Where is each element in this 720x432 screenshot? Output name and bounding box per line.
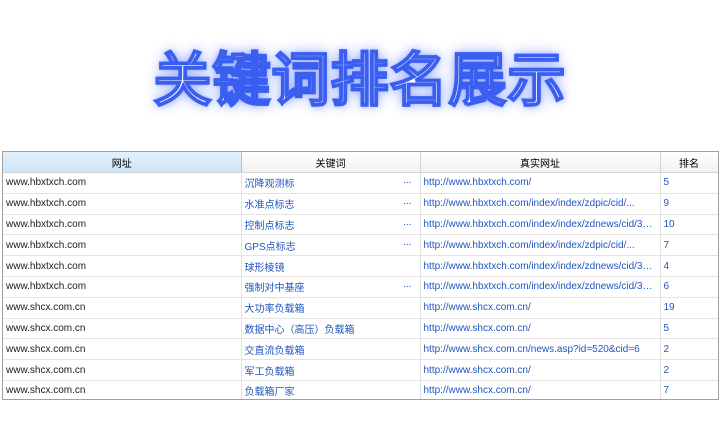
table-row[interactable]: www.hbxtxch.com 控制点标志... http://www.hbxtxc… bbox=[3, 214, 718, 236]
cell-keyword[interactable]: 军工负载箱 bbox=[241, 359, 421, 381]
table-row[interactable]: www.hbxtxch.com 强制对中基座... http://www.hbxtx… bbox=[3, 276, 718, 298]
cell-real-url[interactable]: http://www.shcx.com.cn/ bbox=[420, 359, 661, 381]
cell-rank[interactable]: 7 bbox=[660, 234, 718, 257]
cell-keyword[interactable]: GPS点标志... bbox=[241, 234, 421, 257]
cell-site[interactable]: www.hbxtxch.com bbox=[3, 276, 242, 298]
keyword-link[interactable]: 球形棱镜 bbox=[245, 259, 285, 274]
keyword-link[interactable]: 交直流负载箱 bbox=[245, 342, 305, 357]
cell-keyword[interactable]: 交直流负载箱 bbox=[241, 338, 421, 361]
cell-keyword[interactable]: 球形棱镜 bbox=[241, 255, 421, 277]
cell-keyword[interactable]: 沉降观测标... bbox=[241, 172, 421, 194]
cell-real-url[interactable]: http://www.shcx.com.cn/ bbox=[420, 318, 661, 340]
cell-keyword[interactable]: 数据中心（高压）负载箱 bbox=[241, 318, 421, 340]
cell-site[interactable]: www.shcx.com.cn bbox=[3, 359, 242, 381]
real-url-link[interactable]: http://www.hbxtxch.com/index/index/zdnew… bbox=[424, 281, 660, 292]
cell-site[interactable]: www.hbxtxch.com bbox=[3, 234, 242, 257]
cell-rank[interactable]: 5 bbox=[660, 172, 718, 194]
column-header-rank[interactable]: 排名 bbox=[660, 152, 718, 173]
cell-real-url[interactable]: http://www.hbxtxch.com/index/index/zdnew… bbox=[420, 255, 661, 277]
column-header-site[interactable]: 网址 bbox=[3, 152, 242, 173]
keyword-link[interactable]: 负载箱厂家 bbox=[245, 383, 295, 398]
cell-site[interactable]: www.shcx.com.cn bbox=[3, 380, 242, 399]
banner: 关键词排名展示 bbox=[0, 30, 720, 120]
keyword-link[interactable]: 大功率负载箱 bbox=[245, 300, 305, 315]
keyword-link[interactable]: 沉降观测标 bbox=[245, 175, 295, 190]
cell-real-url[interactable]: http://www.hbxtxch.com/index/index/zdpic… bbox=[420, 234, 661, 257]
cell-rank[interactable]: 6 bbox=[660, 276, 718, 298]
cell-real-url[interactable]: http://www.shcx.com.cn/ bbox=[420, 380, 661, 399]
table-row[interactable]: www.hbxtxch.com 沉降观测标... http://www.hbxtxc… bbox=[3, 172, 718, 194]
cell-rank[interactable]: 5 bbox=[660, 318, 718, 340]
cell-site[interactable]: www.hbxtxch.com bbox=[3, 214, 242, 236]
cell-keyword[interactable]: 控制点标志... bbox=[241, 214, 421, 236]
cell-real-url[interactable]: http://www.hbxtxch.com/ bbox=[420, 172, 661, 194]
ranking-table[interactable]: 网址 关键词 真实网址 排名 www.hbxtxch.com 沉降观测标... ht… bbox=[2, 151, 719, 400]
table-row[interactable]: www.hbxtxch.com 水准点标志... http://www.hbxtxc… bbox=[3, 193, 718, 215]
cell-real-url[interactable]: http://www.shcx.com.cn/news.asp?id=520&c… bbox=[420, 338, 661, 361]
table-row[interactable]: www.hbxtxch.com GPS点标志... http://www.hbxtx… bbox=[3, 234, 718, 257]
real-url-link[interactable]: http://www.shcx.com.cn/ bbox=[424, 365, 660, 376]
keyword-link[interactable]: 控制点标志 bbox=[245, 217, 295, 232]
table-row[interactable]: www.shcx.com.cn 军工负载箱 http://www.shcx.com.… bbox=[3, 359, 718, 381]
cell-site[interactable]: www.hbxtxch.com bbox=[3, 193, 242, 215]
real-url-link[interactable]: http://www.shcx.com.cn/ bbox=[424, 323, 660, 334]
real-url-link[interactable]: http://www.hbxtxch.com/index/index/zdpic… bbox=[424, 198, 660, 209]
table-header-row: 网址 关键词 真实网址 排名 bbox=[3, 152, 718, 173]
cell-site[interactable]: www.shcx.com.cn bbox=[3, 318, 242, 340]
cell-real-url[interactable]: http://www.hbxtxch.com/index/index/zdpic… bbox=[420, 193, 661, 215]
column-header-real-url[interactable]: 真实网址 bbox=[420, 152, 661, 173]
real-url-link[interactable]: http://www.hbxtxch.com/ bbox=[424, 177, 660, 188]
cell-rank[interactable]: 4 bbox=[660, 255, 718, 277]
real-url-link[interactable]: http://www.hbxtxch.com/index/index/zdpic… bbox=[424, 240, 660, 251]
cell-rank[interactable]: 9 bbox=[660, 193, 718, 215]
cell-keyword[interactable]: 强制对中基座... bbox=[241, 276, 421, 298]
keyword-link[interactable]: 军工负载箱 bbox=[245, 363, 295, 378]
cell-real-url[interactable]: http://www.hbxtxch.com/index/index/zdnew… bbox=[420, 214, 661, 236]
table-row[interactable]: www.shcx.com.cn 交直流负载箱 http://www.shcx.com… bbox=[3, 338, 718, 361]
cell-rank[interactable]: 10 bbox=[660, 214, 718, 236]
cell-site[interactable]: www.hbxtxch.com bbox=[3, 172, 242, 194]
keyword-link[interactable]: 强制对中基座 bbox=[245, 279, 305, 294]
keyword-more-ellipsis[interactable]: ... bbox=[403, 175, 411, 186]
keyword-link[interactable]: GPS点标志 bbox=[245, 238, 296, 253]
cell-rank[interactable]: 2 bbox=[660, 338, 718, 361]
table-row[interactable]: www.shcx.com.cn 数据中心（高压）负载箱 http://www.shc… bbox=[3, 318, 718, 340]
real-url-link[interactable]: http://www.hbxtxch.com/index/index/zdnew… bbox=[424, 261, 660, 272]
table-row[interactable]: www.shcx.com.cn 负载箱厂家 http://www.shcx.com.… bbox=[3, 380, 718, 399]
cell-rank[interactable]: 19 bbox=[660, 297, 718, 319]
cell-keyword[interactable]: 负载箱厂家 bbox=[241, 380, 421, 399]
cell-site[interactable]: www.shcx.com.cn bbox=[3, 297, 242, 319]
table-row[interactable]: www.shcx.com.cn 大功率负载箱 http://www.shcx.com… bbox=[3, 297, 718, 319]
keyword-more-ellipsis[interactable]: ... bbox=[403, 196, 411, 207]
keyword-more-ellipsis[interactable]: ... bbox=[403, 237, 411, 248]
keyword-more-ellipsis[interactable]: ... bbox=[403, 279, 411, 290]
real-url-link[interactable]: http://www.shcx.com.cn/news.asp?id=520&c… bbox=[424, 344, 660, 355]
keyword-link[interactable]: 水准点标志 bbox=[245, 196, 295, 211]
cell-real-url[interactable]: http://www.hbxtxch.com/index/index/zdnew… bbox=[420, 276, 661, 298]
cell-site[interactable]: www.shcx.com.cn bbox=[3, 338, 242, 361]
real-url-link[interactable]: http://www.hbxtxch.com/index/index/zdnew… bbox=[424, 219, 660, 230]
column-header-keyword[interactable]: 关键词 bbox=[241, 152, 421, 173]
cell-rank[interactable]: 7 bbox=[660, 380, 718, 399]
keyword-link[interactable]: 数据中心（高压）负载箱 bbox=[245, 321, 355, 336]
real-url-link[interactable]: http://www.shcx.com.cn/ bbox=[424, 385, 660, 396]
cell-real-url[interactable]: http://www.shcx.com.cn/ bbox=[420, 297, 661, 319]
table-row[interactable]: www.hbxtxch.com 球形棱镜 http://www.hbxtxch.co… bbox=[3, 255, 718, 277]
cell-keyword[interactable]: 大功率负载箱 bbox=[241, 297, 421, 319]
keyword-more-ellipsis[interactable]: ... bbox=[403, 217, 411, 228]
real-url-link[interactable]: http://www.shcx.com.cn/ bbox=[424, 302, 660, 313]
cell-rank[interactable]: 2 bbox=[660, 359, 718, 381]
cell-keyword[interactable]: 水准点标志... bbox=[241, 193, 421, 215]
cell-site[interactable]: www.hbxtxch.com bbox=[3, 255, 242, 277]
page-title: 关键词排名展示 bbox=[152, 45, 567, 115]
